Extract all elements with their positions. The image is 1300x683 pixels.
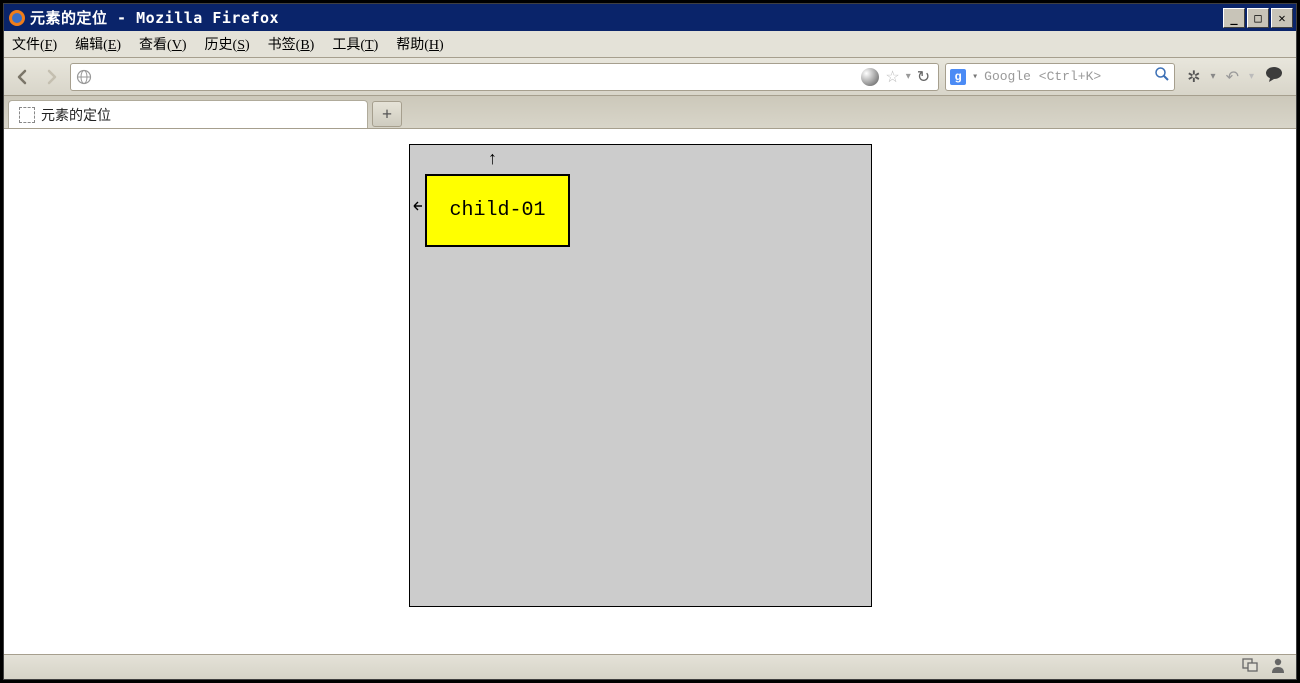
identity-icon[interactable]: [861, 68, 879, 86]
forward-button[interactable]: [40, 65, 64, 89]
child-box: child-01: [425, 174, 570, 247]
menu-edit[interactable]: 编辑(E): [75, 34, 121, 54]
navigation-toolbar: ☆ ▾ ↻ g ▾ Google <Ctrl+K> ✲ ▾ ↶ ▾: [4, 58, 1296, 96]
search-bar[interactable]: g ▾ Google <Ctrl+K>: [945, 63, 1175, 91]
tab-favicon-placeholder: [19, 107, 35, 123]
window-titlebar: 元素的定位 - Mozilla Firefox _ □ ✕: [4, 4, 1296, 31]
menu-bar: 文件(F) 编辑(E) 查看(V) 历史(S) 书签(B) 工具(T) 帮助(H…: [4, 31, 1296, 58]
arrow-up-icon: ↑: [488, 148, 497, 169]
new-tab-button[interactable]: +: [372, 101, 402, 127]
tab-bar: 元素的定位 +: [4, 96, 1296, 129]
status-bar: [4, 654, 1296, 679]
page-content: ↑ child-01: [4, 129, 1296, 654]
tab-title: 元素的定位: [41, 105, 111, 125]
chat-icon[interactable]: [1264, 66, 1284, 87]
window-title: 元素的定位 - Mozilla Firefox: [30, 7, 1223, 28]
arrow-left-icon: [412, 199, 424, 217]
search-placeholder: Google <Ctrl+K>: [984, 69, 1148, 84]
menu-view[interactable]: 查看(V): [139, 34, 186, 54]
google-engine-icon[interactable]: g: [950, 69, 966, 85]
menu-bookmarks[interactable]: 书签(B): [268, 34, 315, 54]
globe-icon: [75, 68, 93, 86]
addon-drop-icon[interactable]: ▾: [1211, 71, 1216, 82]
child-label: child-01: [449, 199, 545, 222]
parent-container: ↑ child-01: [409, 144, 872, 607]
bookmark-star-icon[interactable]: ☆: [885, 67, 899, 87]
search-engine-dropdown-icon[interactable]: ▾: [972, 71, 978, 83]
close-button[interactable]: ✕: [1271, 8, 1293, 28]
menu-file[interactable]: 文件(F): [12, 34, 57, 54]
firefox-icon: [8, 9, 26, 27]
undo-icon[interactable]: ↶: [1226, 67, 1239, 87]
undo-drop-icon[interactable]: ▾: [1249, 71, 1254, 82]
menu-help[interactable]: 帮助(H): [396, 34, 443, 54]
back-button[interactable]: [10, 65, 34, 89]
url-dropdown-icon[interactable]: ▾: [906, 71, 911, 82]
reload-icon[interactable]: ↻: [917, 67, 930, 87]
menu-tools[interactable]: 工具(T): [332, 34, 378, 54]
tab-active[interactable]: 元素的定位: [8, 100, 368, 128]
menu-history[interactable]: 历史(S): [205, 34, 250, 54]
maximize-button[interactable]: □: [1247, 8, 1269, 28]
url-bar[interactable]: ☆ ▾ ↻: [70, 63, 939, 91]
search-go-icon[interactable]: [1154, 66, 1170, 87]
panels-icon[interactable]: [1242, 658, 1260, 677]
url-input[interactable]: [97, 69, 857, 84]
user-icon[interactable]: [1270, 657, 1286, 678]
minimize-button[interactable]: _: [1223, 8, 1245, 28]
addon-splat-icon[interactable]: ✲: [1187, 67, 1200, 87]
